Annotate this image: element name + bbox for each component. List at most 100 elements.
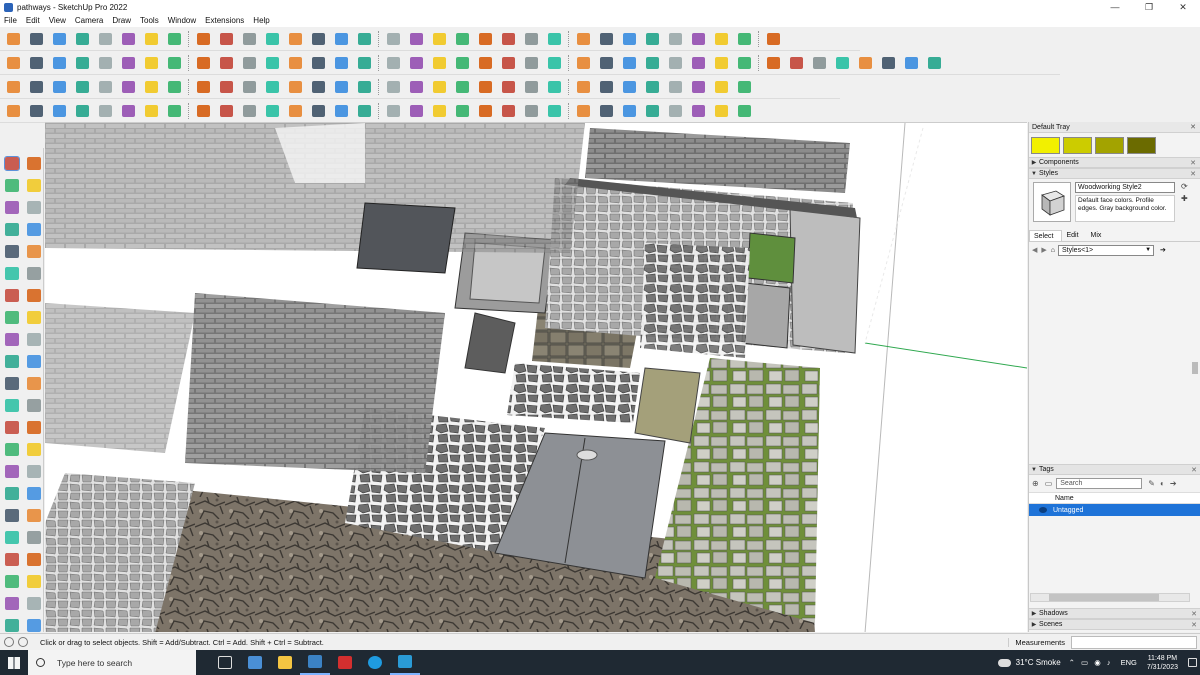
draw-tool-34-button[interactable] [787, 54, 806, 72]
large-tool-26-button[interactable] [23, 416, 45, 438]
solid-tool-21-button[interactable] [476, 78, 495, 96]
edge-app[interactable] [360, 650, 390, 675]
notifications-button[interactable] [1184, 658, 1200, 667]
main-tool-9-button[interactable] [194, 30, 213, 48]
toolbar-grip[interactable] [758, 54, 761, 71]
sandbox-tool-12-button[interactable] [263, 102, 282, 120]
draw-tool-6-button[interactable] [119, 54, 138, 72]
sandbox-tool-9-button[interactable] [194, 102, 213, 120]
draw-tool-1-button[interactable] [4, 54, 23, 72]
task-view-button[interactable] [210, 650, 240, 675]
details-arrow-icon[interactable]: ➔ [1170, 479, 1177, 488]
acrobat-app[interactable] [330, 650, 360, 675]
solid-tool-28-button[interactable] [643, 78, 662, 96]
large-tool-23-button[interactable] [1, 394, 23, 416]
solid-tool-25-button[interactable] [574, 78, 593, 96]
sandbox-tool-25-button[interactable] [574, 102, 593, 120]
tray-close-icon[interactable]: ✕ [1190, 123, 1196, 131]
draw-tool-18-button[interactable] [407, 54, 426, 72]
large-tool-40-button[interactable] [23, 570, 45, 592]
menu-view[interactable]: View [49, 16, 66, 25]
draw-tool-2-button[interactable] [27, 54, 46, 72]
sandbox-tool-16-button[interactable] [355, 102, 374, 120]
shadows-panel-header[interactable]: ▶ Shadows ✕ [1029, 608, 1200, 619]
credits-icon[interactable] [18, 637, 28, 647]
toolbar-grip[interactable] [188, 78, 191, 95]
draw-tool-40-button[interactable] [925, 54, 944, 72]
calculator-app[interactable] [240, 650, 270, 675]
solid-tool-5-button[interactable] [96, 78, 115, 96]
main-tool-10-button[interactable] [217, 30, 236, 48]
solid-tool-17-button[interactable] [384, 78, 403, 96]
swatch-4[interactable] [1127, 137, 1156, 154]
main-tool-3-button[interactable] [50, 30, 69, 48]
sandbox-tool-28-button[interactable] [643, 102, 662, 120]
toolbar-grip[interactable] [758, 30, 761, 47]
sandbox-tool-11-button[interactable] [240, 102, 259, 120]
components-panel-header[interactable]: ▶ Components ✕ [1029, 157, 1200, 168]
draw-tool-38-button[interactable] [879, 54, 898, 72]
sandbox-tool-8-button[interactable] [165, 102, 184, 120]
draw-tool-12-button[interactable] [263, 54, 282, 72]
swatch-2[interactable] [1063, 137, 1092, 154]
solid-tool-3-button[interactable] [50, 78, 69, 96]
large-tool-35-button[interactable] [1, 526, 23, 548]
draw-tool-32-button[interactable] [735, 54, 754, 72]
weather-widget[interactable]: 31°C Smoke [997, 658, 1061, 667]
draw-tool-26-button[interactable] [597, 54, 616, 72]
draw-tool-24-button[interactable] [545, 54, 564, 72]
draw-tool-23-button[interactable] [522, 54, 541, 72]
solid-tool-14-button[interactable] [309, 78, 328, 96]
pencil-icon[interactable]: ✎ [1148, 479, 1155, 488]
main-tool-27-button[interactable] [620, 30, 639, 48]
sandbox-tool-6-button[interactable] [119, 102, 138, 120]
forward-arrow-icon[interactable]: ▶ [1041, 246, 1046, 254]
large-tool-20-button[interactable] [23, 350, 45, 372]
solid-tool-18-button[interactable] [407, 78, 426, 96]
draw-tool-22-button[interactable] [499, 54, 518, 72]
large-tool-19-button[interactable] [1, 350, 23, 372]
scroll-thumb[interactable] [1049, 594, 1159, 601]
large-tool-9-button[interactable] [1, 240, 23, 262]
draw-tool-14-button[interactable] [309, 54, 328, 72]
large-tool-24-button[interactable] [23, 394, 45, 416]
large-tool-11-button[interactable] [1, 262, 23, 284]
solid-tool-20-button[interactable] [453, 78, 472, 96]
sandbox-tool-26-button[interactable] [597, 102, 616, 120]
sandbox-tool-3-button[interactable] [50, 102, 69, 120]
draw-tool-35-button[interactable] [810, 54, 829, 72]
large-tool-5-button[interactable] [1, 196, 23, 218]
large-tool-34-button[interactable] [23, 504, 45, 526]
toolbar-grip[interactable] [378, 102, 381, 119]
sandbox-tool-31-button[interactable] [712, 102, 731, 120]
sandbox-tool-21-button[interactable] [476, 102, 495, 120]
clock[interactable]: 11:48 PM 7/31/2023 [1147, 654, 1178, 672]
draw-tool-27-button[interactable] [620, 54, 639, 72]
style-new-icon[interactable]: ✚ [1181, 194, 1188, 203]
draw-tool-16-button[interactable] [355, 54, 374, 72]
sandbox-tool-15-button[interactable] [332, 102, 351, 120]
large-tool-41-button[interactable] [1, 592, 23, 614]
main-tool-21-button[interactable] [476, 30, 495, 48]
sandbox-tool-17-button[interactable] [384, 102, 403, 120]
solid-tool-31-button[interactable] [712, 78, 731, 96]
toolbar-grip[interactable] [378, 54, 381, 71]
tag-row[interactable]: Untagged [1029, 504, 1200, 516]
solid-tool-22-button[interactable] [499, 78, 518, 96]
tags-horizontal-scrollbar[interactable] [1030, 593, 1190, 602]
sandbox-tool-1-button[interactable] [4, 102, 23, 120]
model-viewport[interactable] [45, 122, 1027, 632]
large-tool-38-button[interactable] [23, 548, 45, 570]
main-tool-28-button[interactable] [643, 30, 662, 48]
sandbox-tool-19-button[interactable] [430, 102, 449, 120]
maximize-button[interactable]: ❐ [1132, 2, 1166, 13]
main-tool-16-button[interactable] [355, 30, 374, 48]
sandbox-tool-23-button[interactable] [522, 102, 541, 120]
draw-tool-36-button[interactable] [833, 54, 852, 72]
large-tool-17-button[interactable] [1, 328, 23, 350]
tab-edit[interactable]: Edit [1062, 230, 1086, 241]
main-tool-7-button[interactable] [142, 30, 161, 48]
sandbox-tool-14-button[interactable] [309, 102, 328, 120]
style-collection-select[interactable]: Styles<1> ▼ [1058, 244, 1155, 256]
draw-tool-25-button[interactable] [574, 54, 593, 72]
